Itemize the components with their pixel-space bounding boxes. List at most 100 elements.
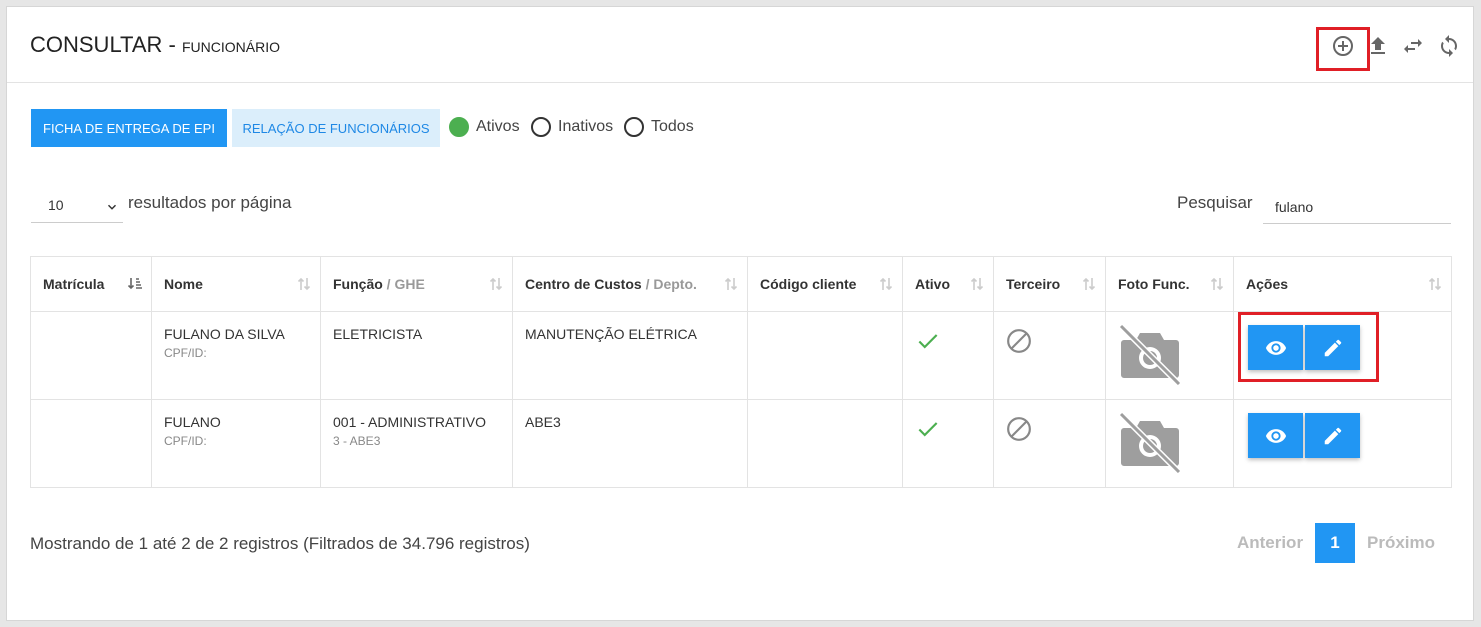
cell-nome: FULANO CPF/ID:: [151, 399, 321, 488]
sort-icon: [1210, 277, 1224, 291]
col-terceiro[interactable]: Terceiro: [993, 256, 1106, 312]
chevron-down-icon: [107, 204, 117, 210]
col-label: Foto Func.: [1118, 276, 1190, 292]
page-title: CONSULTAR - FUNCIONÁRIO: [30, 32, 280, 58]
cell-matricula: [30, 311, 152, 400]
cell-terceiro: [993, 311, 1106, 400]
cell-foto: [1105, 311, 1234, 400]
eye-icon: [1265, 340, 1286, 355]
col-label: Matrícula: [43, 276, 105, 292]
radio-todos[interactable]: Todos: [624, 117, 694, 137]
radio-ativos[interactable]: Ativos: [449, 117, 520, 137]
radio-label: Todos: [651, 118, 694, 135]
radio-inativos[interactable]: Inativos: [531, 117, 613, 137]
radio-label: Ativos: [476, 118, 520, 135]
col-label: Ativo: [915, 276, 950, 292]
check-icon: [918, 422, 938, 437]
employee-list-button[interactable]: RELAÇÃO DE FUNCIONÁRIOS: [232, 109, 440, 147]
cell-ativo: [902, 311, 994, 400]
main-card: CONSULTAR - FUNCIONÁRIO FICHA DE ENTREGA…: [6, 6, 1474, 621]
sort-asc-icon: [127, 278, 142, 290]
results-info: Mostrando de 1 até 2 de 2 registros (Fil…: [30, 534, 530, 553]
col-centro-custos[interactable]: Centro de Custos / Depto.: [512, 256, 748, 312]
col-codigo-cliente[interactable]: Código cliente: [747, 256, 903, 312]
employee-cpf: CPF/ID:: [164, 434, 207, 448]
job-function: 001 - ADMINISTRATIVO: [333, 414, 486, 430]
title-sub: FUNCIONÁRIO: [181, 39, 280, 55]
pagination-page-1[interactable]: 1: [1315, 523, 1355, 563]
swap-icon[interactable]: [1401, 34, 1425, 58]
col-label: Nome: [164, 276, 203, 292]
block-icon: [1007, 329, 1031, 353]
add-circle-icon[interactable]: [1331, 34, 1355, 58]
radio-dot: [449, 117, 469, 137]
refresh-icon[interactable]: [1437, 34, 1461, 58]
search-label: Pesquisar: [1177, 193, 1253, 212]
radio-dot: [531, 117, 551, 137]
col-label: Terceiro: [1006, 276, 1061, 292]
pagination-next[interactable]: Próximo: [1361, 523, 1441, 563]
cell-codigo: [747, 311, 903, 400]
col-label: Código cliente: [760, 276, 857, 292]
cell-acoes: [1233, 311, 1452, 400]
cell-acoes: [1233, 399, 1452, 488]
sort-icon: [489, 277, 503, 291]
cell-matricula: [30, 399, 152, 488]
employee-name: FULANO DA SILVA: [164, 326, 285, 342]
per-page-value: 10: [48, 197, 64, 213]
job-function: ELETRICISTA: [333, 326, 423, 342]
radio-dot: [624, 117, 644, 137]
pencil-icon: [1324, 339, 1341, 356]
col-label: Centro de Custos: [525, 276, 642, 292]
cell-codigo: [747, 399, 903, 488]
employees-table: Matrícula Nome Função / GHE Centro de Cu…: [30, 256, 1452, 488]
cell-foto: [1105, 399, 1234, 488]
cell-centro: ABE3: [512, 399, 748, 488]
col-label: Ações: [1246, 276, 1289, 292]
col-funcao[interactable]: Função / GHE: [320, 256, 513, 312]
cell-funcao: ELETRICISTA: [320, 311, 513, 400]
sort-icon: [879, 277, 893, 291]
job-ghe: 3 - ABE3: [333, 434, 381, 448]
no-photo-icon: [1118, 323, 1182, 385]
sort-icon: [1082, 277, 1096, 291]
cell-ativo: [902, 399, 994, 488]
col-matricula[interactable]: Matrícula: [30, 256, 152, 312]
cell-funcao: 001 - ADMINISTRATIVO 3 - ABE3: [320, 399, 513, 488]
col-nome[interactable]: Nome: [151, 256, 321, 312]
page-header: CONSULTAR - FUNCIONÁRIO: [7, 7, 1473, 83]
employee-cpf: CPF/ID:: [164, 346, 207, 360]
cell-nome: FULANO DA SILVA CPF/ID:: [151, 311, 321, 400]
col-acoes[interactable]: Ações: [1233, 256, 1452, 312]
col-label-extra: / Depto.: [641, 276, 697, 292]
no-photo-icon: [1118, 411, 1182, 473]
radio-label: Inativos: [558, 118, 614, 135]
search-input[interactable]: [1263, 190, 1451, 224]
employee-name: FULANO: [164, 414, 221, 430]
edit-button[interactable]: [1305, 325, 1360, 370]
pencil-icon: [1324, 427, 1341, 444]
check-icon: [918, 334, 938, 349]
block-icon: [1007, 417, 1031, 441]
col-label-extra: / GHE: [382, 276, 425, 292]
cell-terceiro: [993, 399, 1106, 488]
table-row: FULANO CPF/ID: 001 - ADMINISTRATIVO 3 - AB…: [30, 399, 1452, 488]
epi-sheet-button[interactable]: FICHA DE ENTREGA DE EPI: [31, 109, 227, 147]
sort-icon: [970, 277, 984, 291]
col-label: Função: [333, 276, 383, 292]
upload-icon[interactable]: [1366, 34, 1390, 58]
per-page-label: resultados por página: [128, 193, 292, 212]
sort-icon: [297, 277, 311, 291]
sort-icon: [724, 277, 738, 291]
table-row: FULANO DA SILVA CPF/ID: ELETRICISTA MANUT…: [30, 311, 1452, 400]
sort-icon: [1428, 277, 1442, 291]
edit-button[interactable]: [1305, 413, 1360, 458]
pagination-prev[interactable]: Anterior: [1227, 523, 1313, 563]
cell-centro: MANUTENÇÃO ELÉTRICA: [512, 311, 748, 400]
view-button[interactable]: [1248, 325, 1303, 370]
view-button[interactable]: [1248, 413, 1303, 458]
eye-icon: [1265, 428, 1286, 443]
per-page-select[interactable]: 10: [31, 191, 123, 223]
col-foto[interactable]: Foto Func.: [1105, 256, 1234, 312]
col-ativo[interactable]: Ativo: [902, 256, 994, 312]
